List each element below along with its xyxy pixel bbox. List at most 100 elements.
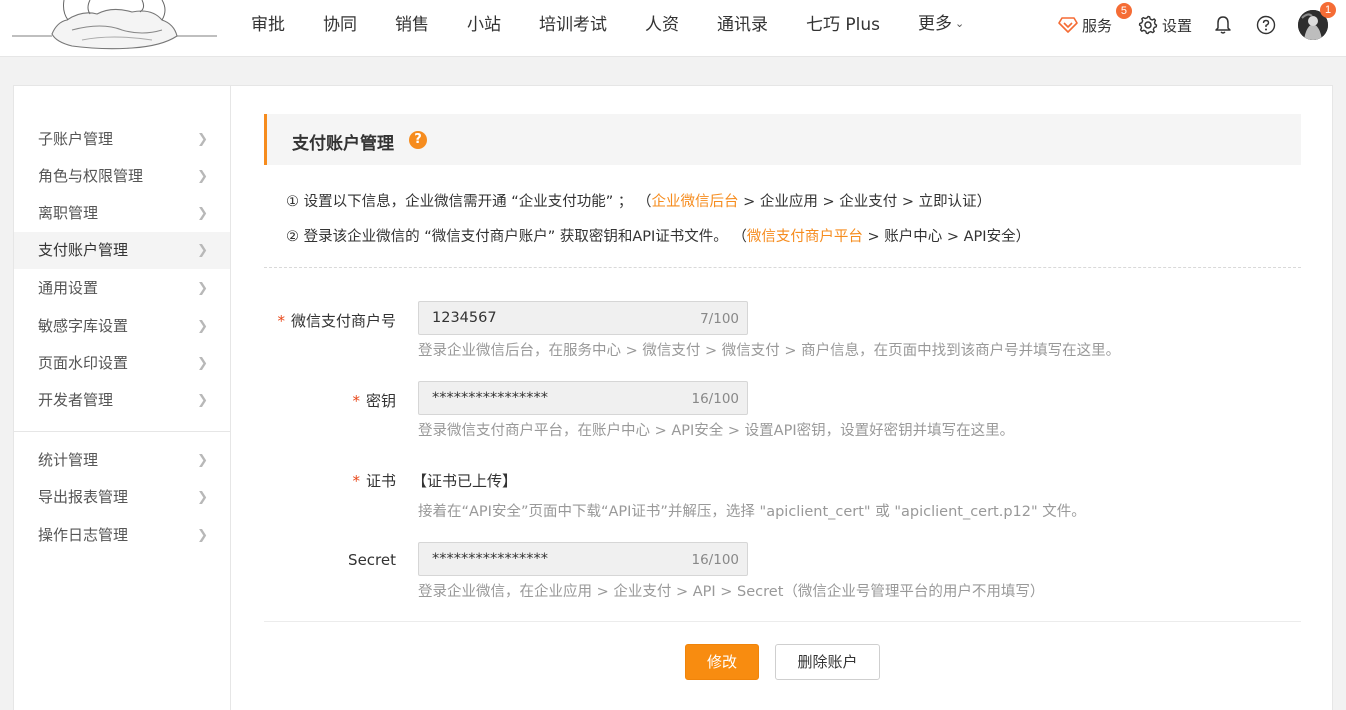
page-title: 支付账户管理 (292, 134, 394, 154)
step-2-text: ② 登录该企业微信的 “微信支付商户账户” 获取密钥和API证书文件。 （ (286, 229, 747, 245)
question-help-icon[interactable]: ? (409, 131, 427, 149)
nav-qiqiao-plus[interactable]: 七巧 Plus (787, 0, 899, 50)
required-mark: * (277, 312, 285, 330)
sidebar-item-label: 通用设置 (38, 279, 99, 297)
api-key-counter: 16/100 (691, 391, 740, 407)
sidebar-item-label: 角色与权限管理 (38, 167, 144, 185)
chevron-right-icon: ❯ (197, 490, 208, 505)
settings-label: 设置 (1161, 16, 1192, 35)
certificate-help: 接着在“API安全”页面中下载“API证书”并解压，选择 "apiclient_… (418, 504, 1086, 520)
sidebar-item-general-settings[interactable]: 通用设置 ❯ (14, 270, 230, 307)
certificate-label-text: 证书 (365, 472, 396, 490)
sidebar-item-sub-accounts[interactable]: 子账户管理 ❯ (14, 121, 230, 158)
service-label: 服务 (1081, 16, 1112, 35)
chevron-right-icon: ❯ (197, 528, 208, 543)
service-button[interactable]: 服务 5 (1058, 2, 1132, 36)
sidebar-item-label: 页面水印设置 (38, 354, 129, 372)
sidebar-item-sensitive-words[interactable]: 敏感字库设置 ❯ (14, 308, 230, 345)
nav-approval[interactable]: 审批 (232, 0, 304, 50)
content-card: 子账户管理 ❯ 角色与权限管理 ❯ 离职管理 ❯ 支付账户管理 ❯ 通用设置 ❯ 敏感字库… (13, 85, 1333, 710)
required-mark: * (352, 472, 360, 490)
question-circle-icon (1256, 15, 1276, 35)
main-panel: 支付账户管理 ? ① 设置以下信息，企业微信需开通 “企业支付功能” ； （企业… (231, 86, 1334, 710)
form-divider (264, 621, 1301, 622)
sidebar-item-label: 统计管理 (38, 451, 99, 469)
certificate-label: * 证书 (352, 470, 396, 491)
notification-button[interactable] (1214, 15, 1232, 35)
sidebar-divider (14, 431, 230, 432)
chevron-down-icon: ⌄ (955, 17, 965, 30)
step-1-text: ① 设置以下信息，企业微信需开通 “企业支付功能” ； （ (286, 194, 652, 210)
sidebar-item-label: 支付账户管理 (38, 241, 129, 259)
secret-help: 登录企业微信，在企业应用 > 企业支付 > API > Secret（微信企业号… (418, 584, 1045, 600)
secret-input[interactable]: **************** 16/100 (418, 542, 748, 576)
chevron-right-icon: ❯ (197, 132, 208, 147)
sidebar-item-label: 导出报表管理 (38, 488, 129, 506)
sidebar-item-resignation[interactable]: 离职管理 ❯ (14, 195, 230, 232)
merchant-id-help: 登录企业微信后台，在服务中心 > 微信支付 > 微信支付 > 商户信息，在页面中… (418, 343, 1121, 359)
secret-label: Secret (348, 551, 396, 569)
modify-button[interactable]: 修改 (685, 644, 759, 680)
section-header: 支付账户管理 ? (264, 114, 1301, 165)
chevron-right-icon: ❯ (197, 206, 208, 221)
header-tools: 服务 5 设置 1 (1042, 0, 1336, 50)
sidebar-item-developer[interactable]: 开发者管理 ❯ (14, 382, 230, 419)
service-badge: 5 (1115, 2, 1132, 19)
secret-label-text: Secret (348, 551, 396, 569)
nav-hr[interactable]: 人资 (626, 0, 698, 50)
sidebar-item-label: 开发者管理 (38, 391, 114, 409)
gear-icon (1138, 15, 1158, 35)
step-1-path: > 企业应用 > 企业支付 > 立即认证） (738, 194, 992, 210)
step-2-path: > 账户中心 > API安全） (862, 229, 1031, 245)
brand-logo-illustration[interactable] (12, 0, 222, 52)
sidebar-item-statistics[interactable]: 统计管理 ❯ (14, 442, 230, 479)
api-key-help: 登录微信支付商户平台，在账户中心 > API安全 > 设置API密钥，设置好密钥… (418, 423, 1015, 439)
secret-value: **************** (432, 551, 548, 567)
top-header: 审批 协同 销售 小站 培训考试 人资 通讯录 七巧 Plus 更多 ⌄ 服务 5… (0, 0, 1346, 57)
nav-sales[interactable]: 销售 (376, 0, 448, 50)
wxpay-merchant-link[interactable]: 微信支付商户平台 (747, 229, 863, 245)
wecom-admin-link[interactable]: 企业微信后台 (651, 194, 738, 210)
instruction-step-2: ② 登录该企业微信的 “微信支付商户账户” 获取密钥和API证书文件。 （微信支… (286, 225, 1030, 246)
sidebar-item-payment-accounts[interactable]: 支付账户管理 ❯ (14, 232, 230, 269)
delete-account-button[interactable]: 删除账户 (775, 644, 880, 680)
certificate-status[interactable]: 【证书已上传】 (412, 470, 517, 491)
api-key-input[interactable]: **************** 16/100 (418, 381, 748, 415)
chevron-right-icon: ❯ (197, 356, 208, 371)
chevron-right-icon: ❯ (197, 319, 208, 334)
bell-icon (1215, 16, 1231, 34)
api-key-label: * 密钥 (352, 390, 396, 411)
sidebar-item-watermark[interactable]: 页面水印设置 ❯ (14, 345, 230, 382)
chevron-right-icon: ❯ (197, 169, 208, 184)
nav-contacts[interactable]: 通讯录 (698, 0, 787, 50)
merchant-id-label-text: 微信支付商户号 (290, 312, 396, 330)
merchant-id-label: * 微信支付商户号 (277, 310, 396, 331)
sidebar-item-label: 子账户管理 (38, 130, 114, 148)
settings-sidebar: 子账户管理 ❯ 角色与权限管理 ❯ 离职管理 ❯ 支付账户管理 ❯ 通用设置 ❯ 敏感字库… (14, 86, 231, 710)
chevron-right-icon: ❯ (197, 453, 208, 468)
instruction-step-1: ① 设置以下信息，企业微信需开通 “企业支付功能” ； （企业微信后台 > 企业… (286, 190, 991, 211)
help-button[interactable] (1256, 15, 1276, 35)
sidebar-item-roles-permissions[interactable]: 角色与权限管理 ❯ (14, 158, 230, 195)
nav-collaboration[interactable]: 协同 (304, 0, 376, 50)
sidebar-item-operation-logs[interactable]: 操作日志管理 ❯ (14, 517, 230, 554)
merchant-id-counter: 7/100 (700, 311, 739, 327)
settings-button[interactable]: 设置 (1138, 15, 1192, 36)
sidebar-item-export-reports[interactable]: 导出报表管理 ❯ (14, 479, 230, 516)
chevron-right-icon: ❯ (197, 393, 208, 408)
chevron-right-icon: ❯ (197, 281, 208, 296)
avatar-button[interactable]: 1 (1298, 2, 1336, 40)
api-key-value: **************** (432, 390, 548, 406)
avatar-badge: 1 (1320, 2, 1336, 18)
required-mark: * (352, 392, 360, 410)
nav-more[interactable]: 更多 ⌄ (899, 0, 983, 51)
diamond-icon (1058, 17, 1078, 33)
dashed-divider (264, 267, 1301, 268)
nav-training-exam[interactable]: 培训考试 (520, 0, 626, 50)
avatar: 1 (1298, 2, 1336, 40)
merchant-id-input[interactable]: 1234567 7/100 (418, 301, 748, 335)
chevron-right-icon: ❯ (197, 243, 208, 258)
nav-more-label: 更多 (918, 14, 953, 34)
nav-site[interactable]: 小站 (448, 0, 520, 50)
sidebar-item-label: 敏感字库设置 (38, 317, 129, 335)
